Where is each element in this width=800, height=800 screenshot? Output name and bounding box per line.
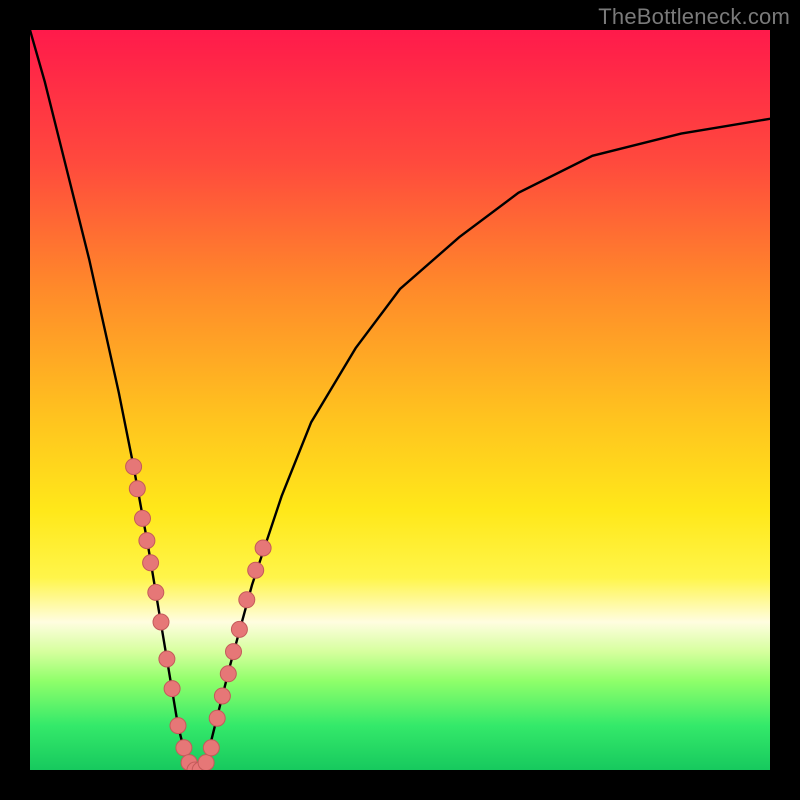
- curve-marker: [148, 584, 164, 600]
- curve-marker: [176, 740, 192, 756]
- curve-marker: [231, 621, 247, 637]
- curve-marker: [220, 666, 236, 682]
- curve-marker: [143, 555, 159, 571]
- curve-marker: [255, 540, 271, 556]
- watermark-text: TheBottleneck.com: [598, 4, 790, 30]
- curve-marker: [198, 755, 214, 770]
- curve-marker: [203, 740, 219, 756]
- chart-svg: [30, 30, 770, 770]
- curve-marker: [170, 718, 186, 734]
- curve-markers: [126, 459, 272, 770]
- curve-marker: [129, 481, 145, 497]
- curve-marker: [153, 614, 169, 630]
- curve-marker: [226, 644, 242, 660]
- curve-marker: [126, 459, 142, 475]
- curve-marker: [214, 688, 230, 704]
- curve-marker: [139, 533, 155, 549]
- curve-marker: [209, 710, 225, 726]
- bottleneck-curve: [30, 30, 770, 770]
- curve-marker: [248, 562, 264, 578]
- curve-marker: [164, 681, 180, 697]
- chart-frame: TheBottleneck.com: [0, 0, 800, 800]
- curve-marker: [159, 651, 175, 667]
- curve-marker: [239, 592, 255, 608]
- curve-marker: [135, 510, 151, 526]
- chart-plot-area: [30, 30, 770, 770]
